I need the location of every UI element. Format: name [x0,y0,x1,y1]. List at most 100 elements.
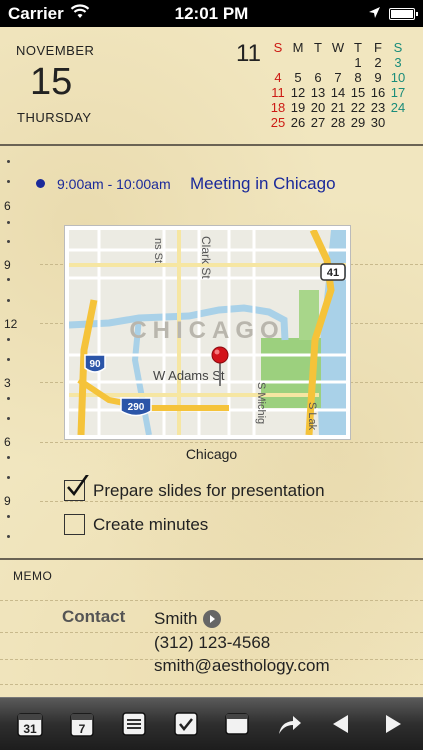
mini-calendar-day[interactable]: 14 [328,85,348,100]
mini-calendar-day[interactable]: 11 [268,85,288,100]
mini-calendar-day[interactable]: 5 [288,70,308,85]
checklist-item-label: Create minutes [93,514,209,534]
hour-label: 3 [4,376,11,390]
svg-text:7: 7 [78,722,85,736]
previous-button[interactable] [324,707,358,741]
hour-label: 9 [4,258,11,272]
list-view-button[interactable] [117,707,151,741]
mini-calendar-day [328,55,348,70]
mini-calendar-weekday: S [393,40,403,55]
map-street-label: S Michig [255,382,267,424]
window-icon [225,713,250,735]
hour-line [40,442,423,443]
mini-calendar-day[interactable]: 28 [328,115,348,130]
memo-label: MEMO [13,569,53,583]
checklist-item-prepare-slides[interactable]: Prepare slides for presentation [64,475,325,501]
contact-name[interactable]: Smith [154,609,222,629]
mini-calendar-month: 11 [236,40,261,67]
mini-calendar-day[interactable]: 23 [368,100,388,115]
mini-calendar-day[interactable]: 9 [368,70,388,85]
mini-calendar-day[interactable]: 8 [348,70,368,85]
header-divider [0,144,423,146]
share-button[interactable] [272,707,306,741]
map-street-label: Clark St [199,236,213,279]
date-header: NOVEMBER 15 THURSDAY 11 SMTWTFS123456789… [0,27,423,145]
mini-calendar-row: 4 5 6 7 8 9 10 [268,70,412,85]
hour-label: 12 [4,317,18,331]
header-month: NOVEMBER [16,43,95,58]
mini-calendar-day[interactable]: 29 [348,115,368,130]
disclosure-arrow-icon[interactable] [203,610,222,628]
mini-calendar-day[interactable]: 18 [268,100,288,115]
week-view-button[interactable]: 7 [65,707,99,741]
time-tick [7,358,10,361]
month-view-button[interactable]: 31 [13,707,47,741]
time-tick [7,278,10,281]
map-street-label: W Adams St [153,368,225,383]
mini-calendar[interactable]: S M T W T F S 1 2 3 4 5 6 7 8 9 10 11 12 13 14 15 16 17 18 19 20 21… [268,40,412,130]
previous-icon [333,715,349,733]
mini-calendar-day[interactable]: 27 [308,115,328,130]
contact-phone[interactable]: (312) 123-4568 [154,633,270,653]
mini-calendar-day[interactable]: 30 [368,115,388,130]
mini-calendar-day[interactable]: 21 [328,100,348,115]
checkbox-unchecked[interactable] [64,514,85,535]
map-view[interactable]: CHICAGO ns St Clark St W Adams St S Mich… [69,230,346,435]
mini-calendar-day[interactable]: 25 [268,115,288,130]
mini-calendar-day[interactable]: 22 [348,100,368,115]
time-tick [7,160,10,163]
mini-calendar-day[interactable]: 10 [388,70,408,85]
mini-calendar-row: 11 12 13 14 15 16 17 [268,85,412,100]
map-thumbnail[interactable]: CHICAGO ns St Clark St W Adams St S Mich… [64,225,351,440]
mini-calendar-day[interactable]: 6 [308,70,328,85]
battery-icon [389,7,418,20]
checkbox-checked[interactable] [64,475,89,501]
mini-calendar-day [288,55,308,70]
status-bar: Carrier 12:01 PM [0,0,423,27]
map-street-label: S Lak [306,402,318,431]
mini-calendar-row: SMTWTFS [268,40,412,55]
mini-calendar-day [388,115,408,130]
contact-email[interactable]: smith@aesthology.com [154,656,330,676]
map-caption: Chicago [185,446,238,462]
checklist-item-create-minutes[interactable]: Create minutes [64,514,208,535]
time-tick [7,221,10,224]
mini-calendar-day[interactable]: 7 [328,70,348,85]
time-tick [7,535,10,538]
map-city-label: CHICAGO [129,317,284,344]
mini-calendar-day[interactable]: 19 [288,100,308,115]
mini-calendar-day[interactable]: 20 [308,100,328,115]
mini-calendar-day[interactable]: 1 [348,55,368,70]
todo-icon [173,712,198,736]
mini-calendar-day[interactable]: 3 [388,55,408,70]
bottom-toolbar: 31 7 [0,697,423,750]
mini-calendar-day[interactable]: 2 [368,55,388,70]
mini-calendar-weekday: M [292,40,304,55]
todo-button[interactable] [169,707,203,741]
mini-calendar-weekday: F [374,40,382,55]
list-view-icon [121,712,146,736]
highway-shield-290: 290 [120,397,152,417]
svg-text:90: 90 [89,359,101,370]
mini-calendar-day[interactable]: 12 [288,85,308,100]
event-title[interactable]: Meeting in Chicago [190,174,336,194]
highway-shield-90: 90 [84,354,106,373]
checkmark-icon [67,475,89,497]
mini-calendar-day[interactable]: 15 [348,85,368,100]
share-icon [279,716,302,734]
svg-text:41: 41 [327,267,339,279]
mini-calendar-day[interactable]: 26 [288,115,308,130]
highway-shield-41: 41 [320,263,346,281]
map-street-label: ns St [152,238,164,263]
mini-calendar-day[interactable]: 16 [368,85,388,100]
month-view-icon: 31 [17,713,43,737]
mini-calendar-day[interactable]: 17 [388,85,408,100]
window-button[interactable] [220,707,254,741]
mini-calendar-day[interactable]: 13 [308,85,328,100]
mini-calendar-day[interactable]: 24 [388,100,408,115]
time-tick [7,240,10,243]
next-button[interactable] [376,707,410,741]
mini-calendar-day[interactable]: 4 [268,70,288,85]
svg-text:290: 290 [128,402,145,413]
event-time[interactable]: 9:00am - 10:00am [57,176,171,192]
